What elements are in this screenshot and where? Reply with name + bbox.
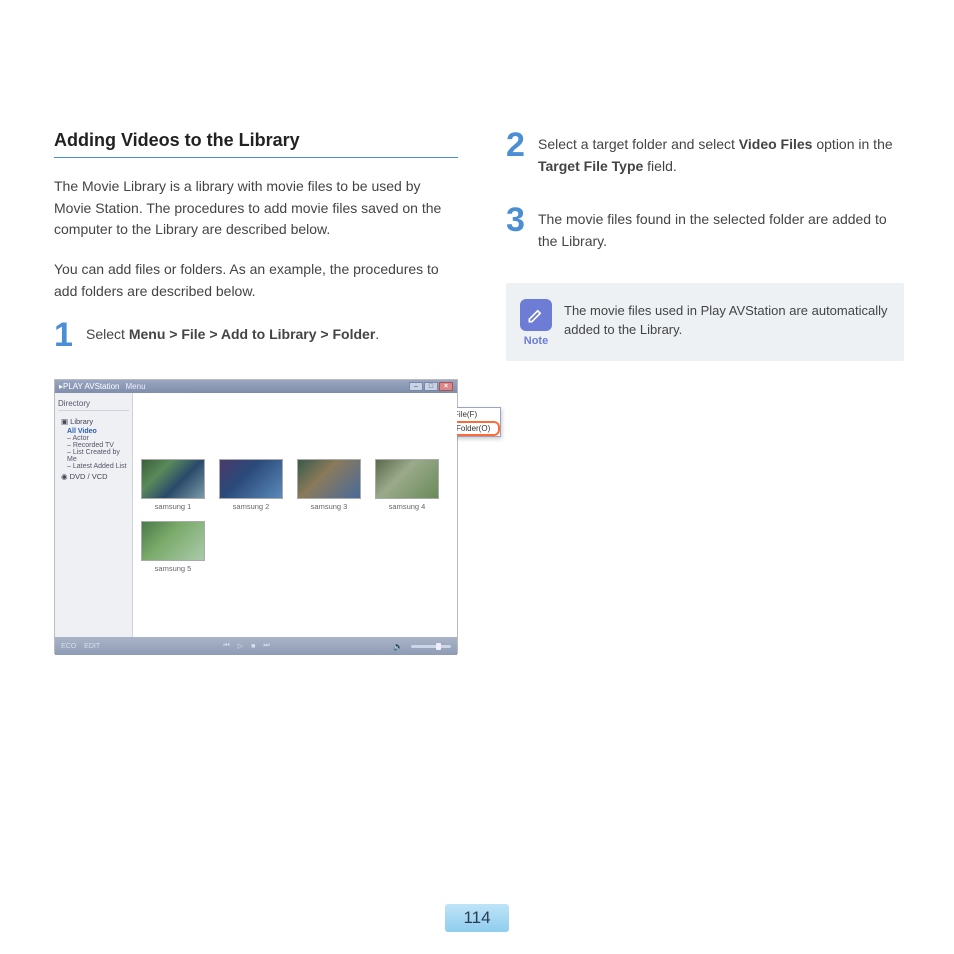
sidebar-item-list-created[interactable]: – List Created by Me [58,449,129,463]
video-thumb[interactable]: samsung 5 [141,521,205,573]
menubar-label[interactable]: Menu [126,382,146,391]
section-heading: Adding Videos to the Library [54,130,458,158]
step-number: 1 [54,320,76,351]
sidebar-header-directory: Directory [58,397,129,411]
app-titlebar: ▸ PLAY AVStation Menu – □ × [55,380,457,393]
sidebar-item-latest-added[interactable]: – Latest Added List [58,463,129,470]
play-icon[interactable]: ▷ [238,642,243,650]
step-text: Select Menu > File > Add to Library > Fo… [86,320,379,346]
prev-icon[interactable]: ⏮ [223,642,229,650]
app-screenshot: ▸ PLAY AVStation Menu – □ × File(F)▸ Edi… [54,379,458,654]
page-number: 114 [463,908,490,928]
window-close-button[interactable]: × [439,382,453,391]
app-title: PLAY AVStation [63,382,119,391]
sidebar-item-all-video[interactable]: All Video [58,428,129,435]
note-label: Note [520,335,552,347]
step-3: 3 The movie files found in the selected … [506,205,904,252]
footer-edit-button[interactable]: EDIT [84,643,100,650]
window-maximize-button[interactable]: □ [424,382,438,391]
page-number-badge: 114 [445,904,509,932]
sidebar-dvd[interactable]: ◉ DVD / VCD [58,470,129,483]
video-thumb[interactable]: samsung 3 [297,459,361,511]
player-footer: ECO EDIT ⏮ ▷ ■ ⏭ 🔈 [55,637,457,655]
sidebar: Directory ▣ Library All Video – Actor – … [55,393,133,637]
video-thumb[interactable]: samsung 1 [141,459,205,511]
step-number: 3 [506,205,528,236]
intro-paragraph-2: You can add files or folders. As an exam… [54,259,458,302]
speaker-icon[interactable]: 🔈 [393,642,403,651]
video-thumb[interactable]: samsung 4 [375,459,439,511]
note-callout: Note The movie files used in Play AVStat… [506,283,904,361]
intro-paragraph-1: The Movie Library is a library with movi… [54,176,458,241]
sidebar-item-actor[interactable]: – Actor [58,435,129,442]
next-icon[interactable]: ⏭ [263,642,269,650]
video-thumb[interactable]: samsung 2 [219,459,283,511]
footer-eco-button[interactable]: ECO [61,643,76,650]
step-2: 2 Select a target folder and select Vide… [506,130,904,177]
step-text: Select a target folder and select Video … [538,130,904,177]
content-area: samsung 1 samsung 2 samsung 3 samsung 4 … [133,393,457,637]
step-1: 1 Select Menu > File > Add to Library > … [54,320,458,351]
pencil-icon [520,299,552,331]
stop-icon[interactable]: ■ [251,643,255,650]
note-text: The movie files used in Play AVStation a… [564,299,890,340]
window-minimize-button[interactable]: – [409,382,423,391]
sidebar-library[interactable]: ▣ Library [58,415,129,428]
volume-slider[interactable] [411,645,451,648]
sidebar-item-recorded-tv[interactable]: – Recorded TV [58,442,129,449]
step-text: The movie files found in the selected fo… [538,205,904,252]
step-number: 2 [506,130,528,161]
